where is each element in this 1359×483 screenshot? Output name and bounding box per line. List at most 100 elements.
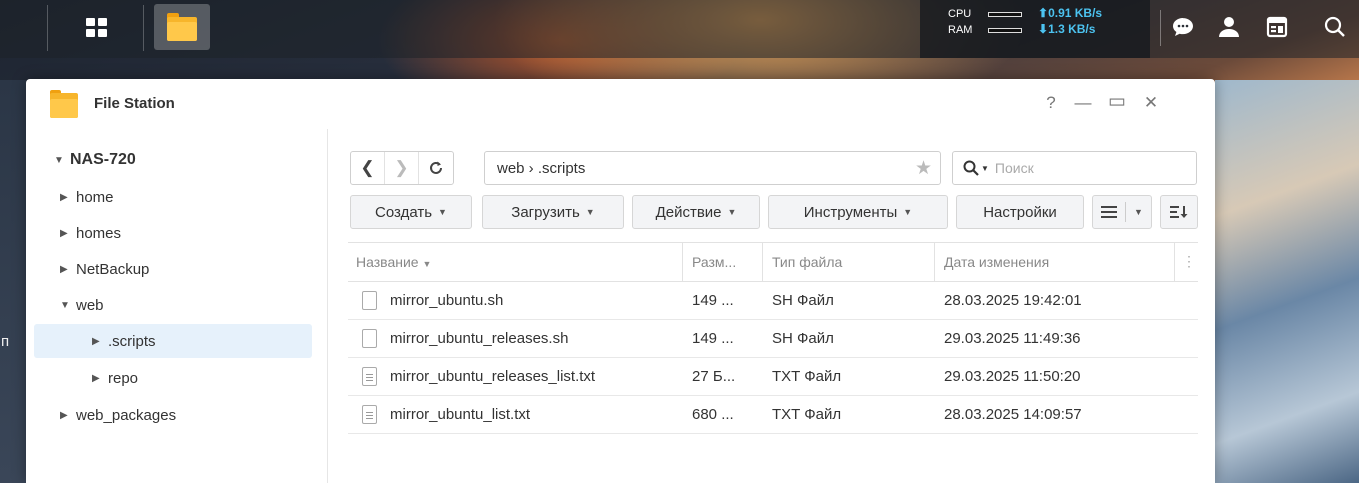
desktop-wallpaper-right [1215, 80, 1359, 483]
user-icon[interactable] [1216, 14, 1242, 40]
create-button[interactable]: Создать ▼ [350, 195, 472, 229]
desktop-wallpaper-left [0, 80, 26, 483]
caret-right-icon[interactable]: ▶ [92, 373, 102, 384]
back-button[interactable]: ❮ [351, 152, 385, 184]
path-text: web › .scripts [497, 159, 586, 177]
file-size: 149 ... [692, 292, 734, 309]
file-station-window: File Station ? — ▭ ✕ ▼ NAS-720 ▶ home ▶ … [26, 79, 1215, 483]
caret-down-icon: ▼ [727, 207, 737, 217]
file-type: TXT Файл [772, 368, 842, 385]
tray-divider [1160, 10, 1161, 46]
file-name: mirror_ubuntu_releases_list.txt [390, 368, 596, 385]
upload-button[interactable]: Загрузить ▼ [482, 195, 624, 229]
column-header-date[interactable]: Дата изменения [944, 254, 1049, 270]
caret-right-icon[interactable]: ▶ [60, 410, 70, 421]
text-file-icon [362, 405, 377, 424]
table-header: Название ▼ Разм... Тип файла Дата измене… [348, 242, 1198, 282]
caret-down-icon: ▼ [585, 207, 595, 217]
window-titlebar[interactable]: File Station ? — ▭ ✕ [26, 79, 1215, 129]
widgets-icon[interactable] [1264, 14, 1290, 40]
table-row[interactable]: mirror_ubuntu.sh 149 ... SH Файл 28.03.2… [348, 282, 1198, 320]
help-button[interactable]: ? [1040, 93, 1062, 113]
file-date: 29.03.2025 11:49:36 [944, 330, 1081, 347]
tree-item-web-packages[interactable]: ▶ web_packages [26, 398, 316, 432]
file-size: 27 Б... [692, 368, 736, 385]
table-row[interactable]: mirror_ubuntu_releases.sh 149 ... SH Фай… [348, 320, 1198, 358]
search-input[interactable] [994, 160, 1165, 176]
file-size: 149 ... [692, 330, 734, 347]
caret-right-icon[interactable]: ▶ [60, 228, 70, 239]
column-options-icon[interactable]: ⋮ [1182, 253, 1196, 270]
column-header-size[interactable]: Разм... [692, 254, 736, 270]
tree-item-home[interactable]: ▶ home [26, 180, 316, 214]
refresh-icon [430, 161, 442, 174]
star-icon[interactable]: ★ [915, 157, 932, 180]
search-icon [963, 160, 979, 176]
path-bar[interactable]: web › .scripts ★ [484, 151, 941, 185]
settings-button[interactable]: Настройки [956, 195, 1084, 229]
file-date: 28.03.2025 19:42:01 [944, 292, 1082, 309]
tree-item-scripts[interactable]: ▶ .scripts [34, 324, 312, 358]
caret-right-icon[interactable]: ▶ [60, 264, 70, 275]
file-icon [362, 291, 377, 310]
file-size: 680 ... [692, 406, 734, 423]
folder-icon [167, 13, 197, 41]
download-arrow-icon: ⬇ [1038, 22, 1049, 36]
search-field[interactable]: ▼ [952, 151, 1197, 185]
table-row[interactable]: mirror_ubuntu_list.txt 680 ... TXT Файл … [348, 396, 1198, 434]
file-date: 28.03.2025 14:09:57 [944, 406, 1082, 423]
tree-item-web[interactable]: ▼ web [26, 288, 316, 322]
sort-icon [1170, 206, 1188, 218]
file-type: SH Файл [772, 292, 834, 309]
folder-icon [50, 90, 78, 118]
caret-down-icon[interactable]: ▼ [981, 164, 989, 173]
list-view-icon [1101, 206, 1118, 218]
download-rate: ⬇1.3 KB/s [1038, 22, 1096, 36]
file-list-panel: ❮ ❯ web › .scripts ★ ▼ Создать▼ Загрузит… [348, 129, 1198, 483]
view-mode-button[interactable]: ▼ [1092, 195, 1152, 229]
caret-down-icon[interactable]: ▼ [54, 155, 64, 166]
navigation-buttons: ❮ ❯ [350, 151, 454, 185]
text-file-icon [362, 367, 377, 386]
caret-right-icon[interactable]: ▶ [60, 192, 70, 203]
caret-down-icon: ▼ [438, 207, 447, 217]
tools-button[interactable]: Инструменты ▼ [768, 195, 948, 229]
tree-item-homes[interactable]: ▶ homes [26, 216, 316, 250]
file-name: mirror_ubuntu.sh [390, 292, 504, 309]
caret-down-icon[interactable]: ▼ [60, 300, 70, 311]
table-row[interactable]: mirror_ubuntu_releases_list.txt 27 Б... … [348, 358, 1198, 396]
desktop-partial-text: п [1, 333, 10, 350]
caret-down-icon: ▼ [1134, 207, 1143, 217]
chat-icon[interactable] [1170, 14, 1196, 40]
caret-right-icon[interactable]: ▶ [92, 336, 102, 347]
file-icon [362, 329, 377, 348]
column-header-name[interactable]: Название ▼ [356, 254, 431, 270]
tree-item-repo[interactable]: ▶ repo [26, 361, 316, 395]
taskbar-divider [47, 5, 48, 51]
chevron-left-icon: ❮ [360, 158, 375, 177]
upload-rate: ⬆0.91 KB/s [1038, 6, 1103, 20]
cpu-usage-bar [988, 12, 1022, 17]
close-button[interactable]: ✕ [1140, 93, 1162, 113]
ram-label: RAM [948, 24, 973, 36]
minimize-button[interactable]: — [1072, 93, 1094, 113]
tree-item-netbackup[interactable]: ▶ NetBackup [26, 252, 316, 286]
main-menu-button[interactable] [62, 4, 130, 50]
column-header-type[interactable]: Тип файла [772, 254, 842, 270]
file-date: 29.03.2025 11:50:20 [944, 368, 1081, 385]
folder-tree: ▼ NAS-720 ▶ home ▶ homes ▶ NetBackup ▼ w… [26, 129, 328, 483]
chevron-right-icon: ❯ [394, 158, 409, 177]
file-type: SH Файл [772, 330, 834, 347]
file-station-taskbar-button[interactable] [154, 4, 210, 50]
forward-button[interactable]: ❯ [385, 152, 419, 184]
search-icon[interactable] [1322, 14, 1348, 40]
tree-root-nas[interactable]: ▼ NAS-720 [26, 143, 316, 177]
refresh-button[interactable] [419, 152, 453, 184]
sort-button[interactable] [1160, 195, 1198, 229]
maximize-button[interactable]: ▭ [1106, 90, 1128, 113]
resource-monitor-widget[interactable]: CPU RAM ⬆0.91 KB/s ⬇1.3 KB/s [920, 0, 1150, 58]
caret-down-icon: ▼ [903, 207, 913, 217]
caret-down-icon: ▼ [422, 259, 432, 269]
action-button[interactable]: Действие ▼ [632, 195, 760, 229]
taskbar-divider [143, 5, 144, 51]
